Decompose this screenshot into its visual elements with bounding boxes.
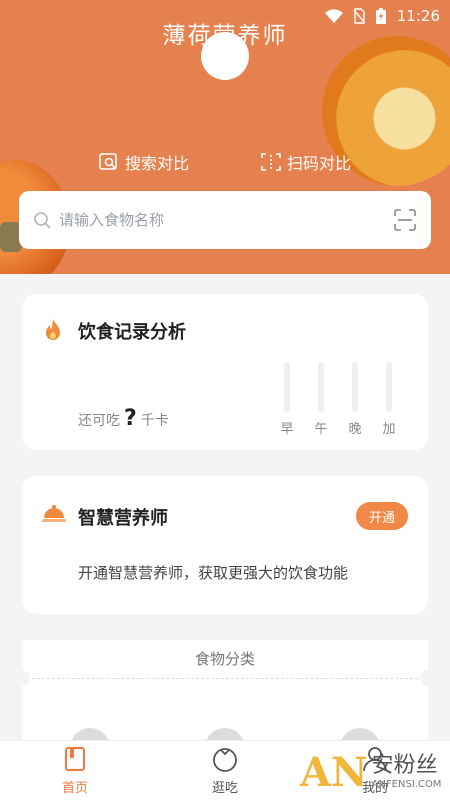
category-divider [32, 678, 418, 679]
remain-unit: 千卡 [140, 413, 169, 429]
meal-bars: 早 午 晚 加 [278, 362, 398, 437]
meal-track [386, 362, 392, 412]
watermark-sub: ANFENSI.COM [371, 778, 442, 790]
meal-track [318, 362, 324, 412]
scan-compare-button[interactable]: 扫码对比 [261, 150, 351, 174]
nutritionist-description: 开通智慧营养师，获取更强大的饮食功能 [78, 564, 349, 582]
remain-label: 还可吃 [78, 413, 120, 429]
search-box [19, 191, 431, 249]
watermark: AN 安粉丝 ANFENSI.COM [300, 744, 450, 800]
search-icon [34, 212, 51, 229]
category-title: 食物分类 [194, 650, 255, 668]
nutritionist-card-title: 智慧营养师 [78, 508, 168, 529]
remain-calories: 还可吃 ? 千卡 [78, 406, 169, 431]
scan-icon[interactable] [393, 208, 417, 232]
notch-right [420, 670, 436, 686]
diet-card-title: 饮食记录分析 [78, 322, 186, 343]
tab-browse[interactable]: 逛吃 [150, 741, 300, 800]
tab-browse-label: 逛吃 [211, 781, 238, 796]
search-compare-label: 搜索对比 [124, 154, 189, 173]
open-button[interactable]: 开通 [356, 502, 408, 530]
meal-label: 加 [382, 422, 396, 437]
meal-breakfast: 早 [278, 362, 296, 437]
smart-nutritionist-card[interactable]: 智慧营养师 开通 开通智慧营养师，获取更强大的饮食功能 [22, 476, 428, 614]
diet-record-card[interactable]: 饮食记录分析 还可吃 ? 千卡 早 午 晚 加 [22, 294, 428, 450]
meal-snack: 加 [380, 362, 398, 437]
food-category-section: 食物分类 [14, 640, 436, 758]
watermark-logo: AN [300, 748, 368, 796]
meal-lunch: 午 [312, 362, 330, 437]
meal-dinner: 晚 [346, 362, 364, 437]
meal-track [352, 362, 358, 412]
tab-home-label: 首页 [61, 781, 88, 796]
search-compare-icon [99, 153, 117, 170]
remain-value: ? [124, 406, 137, 431]
home-icon [65, 747, 85, 771]
food-cover-icon [42, 505, 66, 522]
scan-compare-label: 扫码对比 [287, 154, 352, 173]
watermark-text: 安粉丝 ANFENSI.COM [371, 753, 442, 790]
watermark-main: 安粉丝 [371, 753, 438, 779]
tab-home[interactable]: 首页 [0, 741, 150, 800]
meal-label: 早 [280, 422, 294, 437]
compare-row: 搜索对比 扫码对比 [0, 150, 450, 174]
notch-left [14, 670, 30, 686]
meal-label: 晚 [348, 422, 362, 437]
avatar[interactable] [201, 32, 249, 80]
scan-compare-icon [261, 153, 281, 171]
search-input[interactable] [59, 211, 393, 229]
browse-icon [213, 748, 237, 772]
meal-label: 午 [314, 422, 328, 437]
meal-track [284, 362, 290, 412]
fire-icon [46, 319, 60, 340]
search-compare-button[interactable]: 搜索对比 [99, 150, 189, 174]
